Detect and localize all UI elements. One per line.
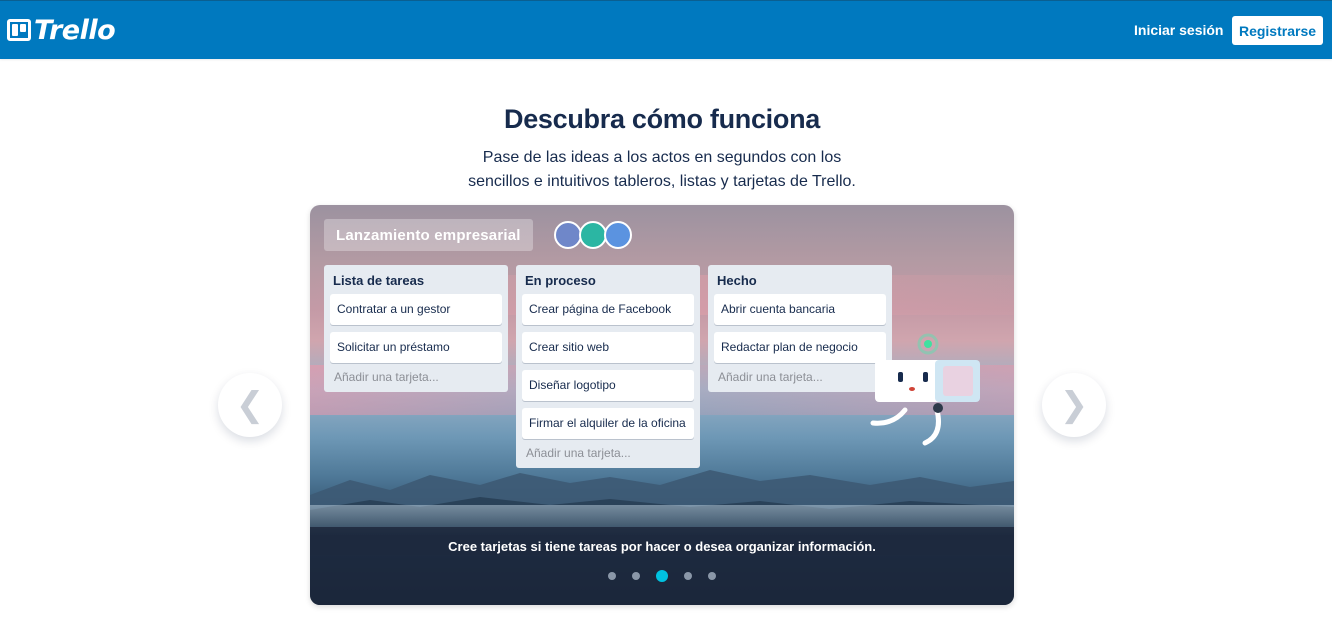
card[interactable]: Crear página de Facebook (522, 294, 694, 325)
avatar[interactable] (604, 221, 632, 249)
chevron-right-icon: ❯ (1059, 385, 1089, 425)
carousel-caption: Cree tarjetas si tiene tareas por hacer … (448, 539, 876, 554)
list-title: En proceso (525, 273, 596, 288)
board-members (554, 221, 632, 249)
trello-logo[interactable]: Trello (7, 13, 116, 47)
card[interactable]: Abrir cuenta bancaria (714, 294, 886, 325)
subtitle-line-2: sencillos e intuitivos tableros, listas … (468, 173, 856, 190)
taco-mascot-illustration (870, 333, 980, 446)
list-title: Hecho (717, 273, 757, 288)
card[interactable]: Firmar el alquiler de la oficina (522, 408, 694, 439)
carousel-slide: Lanzamiento empresarial Lista de tareas … (310, 205, 1014, 605)
list-todo: Lista de tareas Contratar a un gestor So… (324, 265, 508, 392)
carousel-dot-active[interactable] (656, 570, 668, 582)
card[interactable]: Crear sitio web (522, 332, 694, 363)
add-card-link[interactable]: Añadir una tarjeta... (330, 370, 502, 384)
list-title: Lista de tareas (333, 273, 425, 288)
section-subtitle: Pase de las ideas a los actos en segundo… (0, 146, 1324, 194)
carousel-pagination (310, 570, 1014, 582)
card[interactable]: Solicitar un préstamo (330, 332, 502, 363)
list-in-progress: En proceso Crear página de Facebook Crea… (516, 265, 700, 468)
top-navigation-bar: Trello Iniciar sesión Registrarse (0, 0, 1332, 59)
avatar[interactable] (554, 221, 582, 249)
board-title[interactable]: Lanzamiento empresarial (324, 219, 533, 251)
carousel-dot[interactable] (708, 572, 716, 580)
card[interactable]: Contratar a un gestor (330, 294, 502, 325)
card[interactable]: Redactar plan de negocio (714, 332, 886, 363)
carousel-prev-button[interactable]: ❮ (218, 373, 282, 437)
add-card-link[interactable]: Añadir una tarjeta... (522, 446, 694, 460)
carousel-dot[interactable] (684, 572, 692, 580)
card[interactable]: Diseñar logotipo (522, 370, 694, 401)
section-title: Descubra cómo funciona (504, 104, 820, 134)
logo-text: Trello (34, 14, 116, 46)
trello-board-icon (7, 19, 31, 41)
add-card-link[interactable]: Añadir una tarjeta... (714, 370, 886, 384)
register-button[interactable]: Registrarse (1232, 16, 1323, 45)
carousel-dot[interactable] (632, 572, 640, 580)
carousel-next-button[interactable]: ❯ (1042, 373, 1106, 437)
login-link[interactable]: Iniciar sesión (1134, 22, 1223, 38)
carousel-dot[interactable] (608, 572, 616, 580)
subtitle-line-1: Pase de las ideas a los actos en segundo… (482, 149, 842, 166)
avatar[interactable] (579, 221, 607, 249)
chevron-left-icon: ❮ (235, 385, 265, 425)
